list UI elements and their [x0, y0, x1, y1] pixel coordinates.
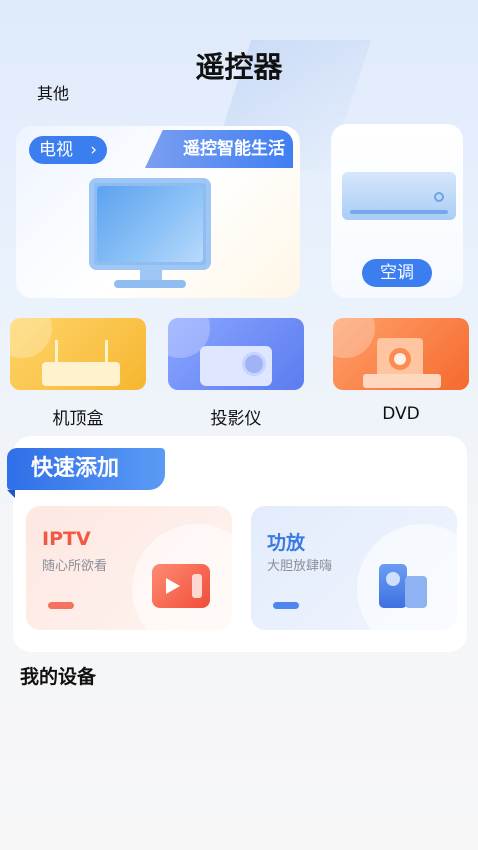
iptv-subtitle: 随心所欲看 [42, 559, 108, 574]
tv-icon [89, 178, 211, 270]
speaker-secondary-icon [405, 576, 427, 608]
ac-button[interactable]: 空调 [362, 259, 432, 287]
speaker-icon [379, 564, 407, 608]
amplifier-indicator [273, 602, 299, 609]
quick-add-tag-fold [7, 490, 15, 498]
air-conditioner-icon [342, 172, 456, 220]
iptv-indicator [48, 602, 74, 609]
amplifier-card[interactable]: 功放 大胆放肆嗨 [251, 506, 457, 630]
projector-tile[interactable] [168, 318, 304, 390]
tv-banner: 遥控智能生活 [145, 130, 293, 168]
set-top-box-tile[interactable] [10, 318, 146, 390]
dvd-icon [377, 338, 423, 378]
tv-base [114, 280, 186, 288]
chevron-right-icon: › [90, 140, 97, 160]
my-devices-heading: 我的设备 [20, 666, 97, 688]
quick-add-title: 快速添加 [7, 448, 165, 490]
dvd-label[interactable]: DVD [331, 404, 471, 424]
dvd-tile[interactable] [333, 318, 469, 390]
video-play-icon [152, 564, 210, 608]
tv-button[interactable]: 电视 › [29, 136, 107, 164]
set-top-box-icon [42, 362, 120, 386]
iptv-title: IPTV [42, 528, 91, 550]
set-top-box-label[interactable]: 机顶盒 [8, 404, 148, 429]
tv-button-label: 电视 [39, 140, 73, 160]
page-title: 遥控器 [195, 50, 283, 84]
other-link[interactable]: 其他 [37, 80, 69, 104]
projector-label[interactable]: 投影仪 [166, 404, 306, 429]
iptv-card[interactable]: IPTV 随心所欲看 [26, 506, 232, 630]
amplifier-subtitle: 大胆放肆嗨 [267, 559, 333, 574]
amplifier-title: 功放 [267, 532, 306, 554]
